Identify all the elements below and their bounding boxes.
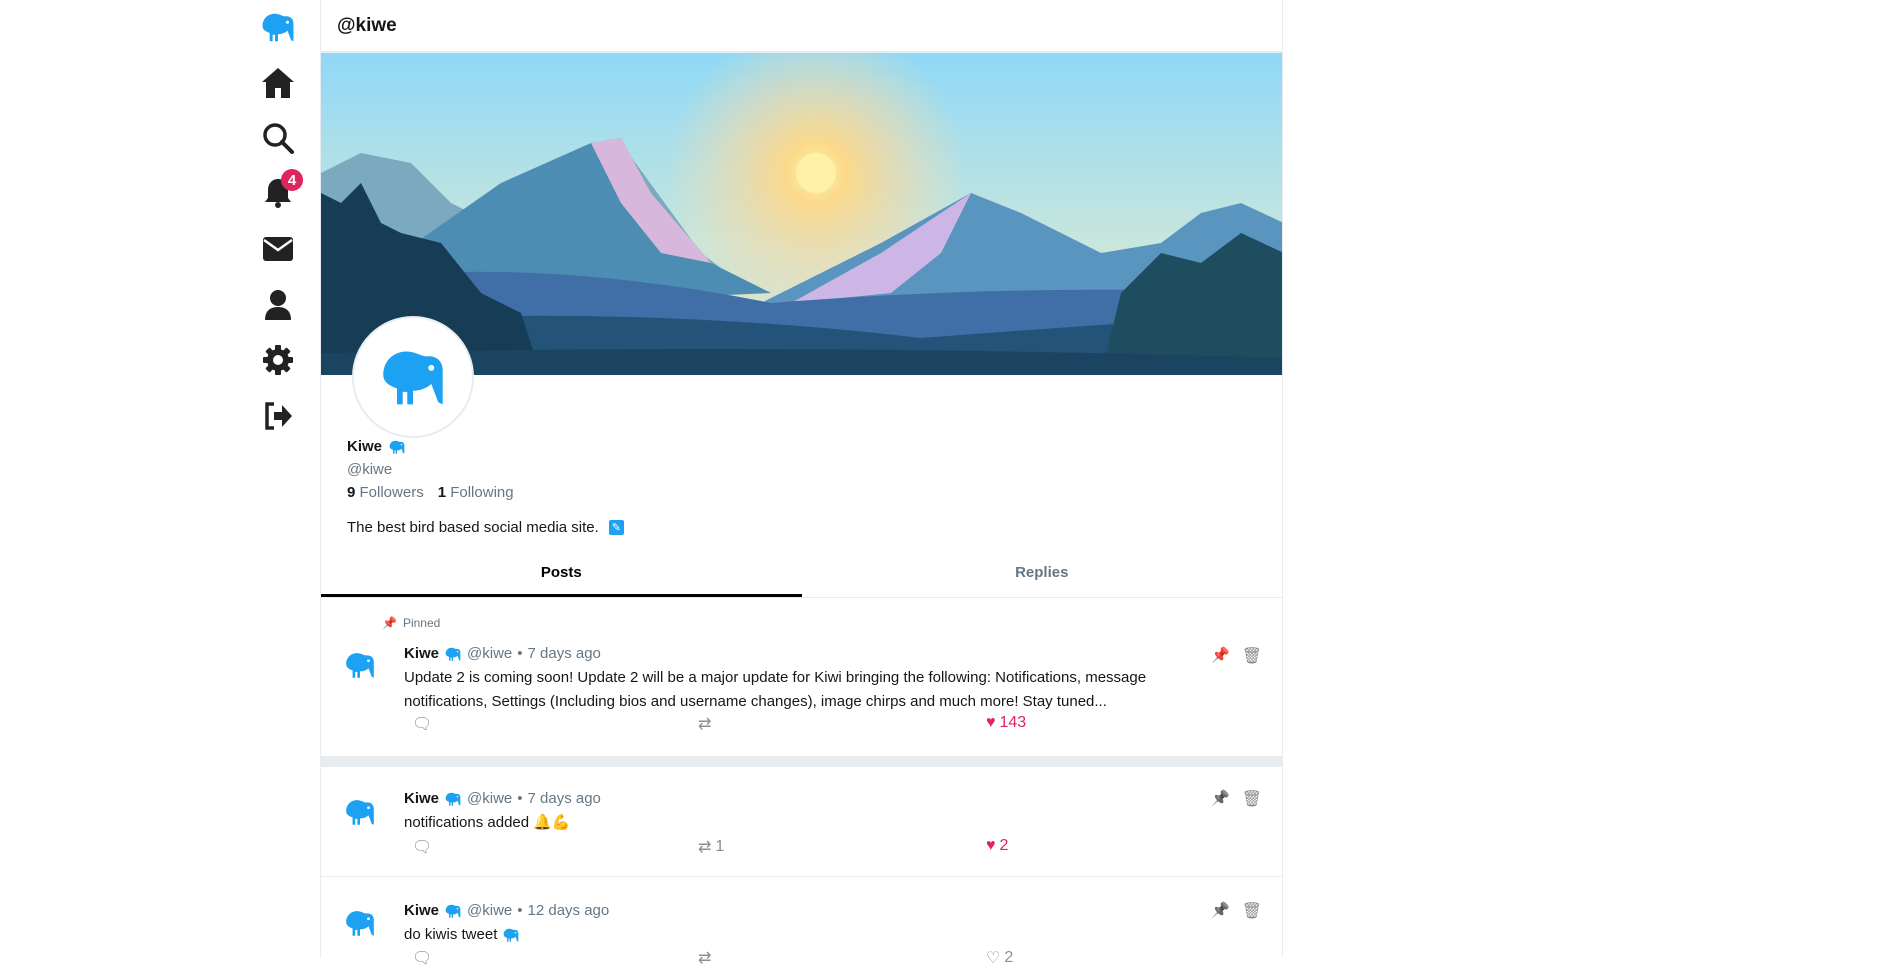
post-author[interactable]: Kiwe — [404, 787, 439, 811]
post-text: do kiwis tweet — [404, 926, 498, 943]
following-label: Following — [450, 484, 514, 501]
tab-posts[interactable]: Posts — [321, 552, 802, 597]
kiwi-verified-icon — [444, 791, 462, 807]
section-divider — [321, 756, 1282, 767]
like-count: 2 — [999, 837, 1009, 854]
pin-post-icon[interactable]: 📌 — [1211, 646, 1230, 666]
post-item[interactable]: Kiwe @kiwe • 12 days ago do kiwis tweet 📌 🗑 … — [321, 878, 1282, 967]
pin-post-icon[interactable]: 📌 — [1211, 901, 1230, 921]
like-count: 143 — [999, 714, 1027, 731]
mail-icon[interactable] — [255, 229, 301, 269]
post-avatar[interactable] — [343, 650, 377, 680]
following-link[interactable]: 1 Following — [438, 484, 514, 501]
retweet-button[interactable]: ⇄ — [698, 948, 715, 968]
profile-icon[interactable] — [255, 285, 301, 325]
profile-avatar[interactable] — [352, 316, 474, 438]
kiwi-emoji-icon — [502, 927, 520, 943]
kiwi-verified-icon — [444, 903, 462, 919]
comment-icon: 🗨 — [412, 716, 433, 733]
post-time: 7 days ago — [527, 790, 601, 807]
post-avatar[interactable] — [343, 908, 377, 938]
search-icon[interactable] — [255, 118, 301, 158]
comment-icon: 🗨 — [412, 950, 433, 967]
page-title: @kiwe — [321, 0, 1282, 53]
notifications-bell-icon[interactable]: 4 — [255, 169, 303, 213]
reply-button[interactable]: 🗨 — [412, 837, 432, 857]
heart-outline-icon: ♡ — [986, 950, 1001, 967]
like-button[interactable]: ♡ 2 — [986, 948, 1013, 968]
delete-trash-icon[interactable]: 🗑 — [1242, 789, 1262, 809]
post-item[interactable]: 📌 Pinned Kiwe @kiwe • 7 days ago Update 2 is… — [321, 598, 1282, 756]
delete-trash-icon[interactable]: 🗑 — [1242, 646, 1262, 666]
post-item[interactable]: Kiwe @kiwe • 7 days ago notifications added… — [321, 767, 1282, 877]
tab-replies[interactable]: Replies — [802, 552, 1283, 597]
heart-filled-icon: ♥ — [986, 714, 996, 731]
retweet-count: 1 — [715, 838, 725, 855]
profile-handle: @kiwe — [347, 461, 393, 478]
profile-info: Kiwe @kiwe 9 Followers 1 Following The b… — [347, 438, 624, 536]
retweet-icon: ⇄ — [698, 950, 712, 967]
post-handle: @kiwe — [467, 790, 513, 807]
delete-trash-icon[interactable]: 🗑 — [1242, 901, 1262, 921]
pinned-indicator: 📌 Pinned — [382, 616, 440, 630]
retweet-button[interactable]: ⇄ 1 — [698, 837, 724, 857]
post-handle: @kiwe — [467, 645, 513, 662]
retweet-icon: ⇄ — [698, 716, 712, 733]
retweet-icon: ⇄ — [698, 839, 712, 856]
pin-post-icon[interactable]: 📌 — [1211, 789, 1230, 809]
profile-tabs: Posts Replies — [321, 552, 1282, 598]
post-author[interactable]: Kiwe — [404, 642, 439, 666]
post-text: Update 2 is coming soon! Update 2 will b… — [404, 669, 1147, 710]
post-time: 7 days ago — [527, 645, 601, 662]
logout-icon[interactable] — [255, 396, 301, 436]
kiwi-verified-icon — [444, 646, 462, 662]
post-handle: @kiwe — [467, 902, 513, 919]
home-icon[interactable] — [255, 63, 301, 103]
followers-count: 9 — [347, 484, 356, 501]
like-count: 2 — [1004, 949, 1014, 966]
profile-name: Kiwe — [347, 438, 383, 455]
retweet-button[interactable]: ⇄ — [698, 714, 715, 734]
like-button[interactable]: ♥ 2 — [986, 837, 1008, 855]
edit-bio-icon[interactable]: ✎ — [608, 520, 624, 535]
post-avatar[interactable] — [343, 797, 377, 827]
kiwi-logo-icon[interactable] — [255, 7, 301, 47]
followers-label: Followers — [359, 484, 424, 501]
post-text: notifications added 🔔💪 — [404, 814, 571, 831]
heart-filled-icon: ♥ — [986, 837, 996, 854]
pinned-label: Pinned — [402, 616, 441, 630]
profile-banner-image — [321, 53, 1282, 375]
comment-icon: 🗨 — [412, 839, 433, 856]
post-time: 12 days ago — [527, 902, 610, 919]
reply-button[interactable]: 🗨 — [412, 948, 432, 968]
like-button[interactable]: ♥ 143 — [986, 714, 1026, 732]
profile-bio: The best bird based social media site. — [347, 519, 599, 536]
profile-column: @kiwe Kiwe @kiwe 9 Followers 1 Following… — [320, 0, 1283, 967]
followers-link[interactable]: 9 Followers — [347, 484, 424, 501]
notification-badge: 4 — [281, 169, 303, 191]
post-author[interactable]: Kiwe — [404, 899, 439, 923]
pin-icon: 📌 — [382, 616, 397, 630]
settings-gear-icon[interactable] — [255, 340, 301, 380]
following-count: 1 — [437, 484, 447, 501]
kiwi-verified-icon — [388, 439, 406, 455]
reply-button[interactable]: 🗨 — [412, 714, 432, 734]
